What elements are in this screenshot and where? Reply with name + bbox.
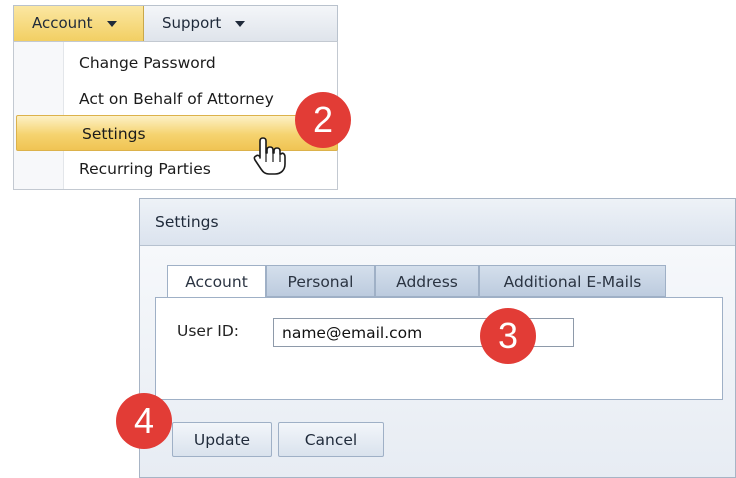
update-button[interactable]: Update (172, 422, 272, 457)
hand-pointer-icon (253, 137, 286, 175)
tab-personal[interactable]: Personal (266, 265, 375, 297)
settings-dialog: Settings Account Personal Address Additi… (139, 198, 736, 478)
cancel-button[interactable]: Cancel (278, 422, 384, 457)
menu-account-label: Account (32, 14, 93, 32)
menu-item-change-password[interactable]: Change Password (14, 45, 337, 81)
step-4-badge: 4 (116, 393, 172, 449)
tab-address[interactable]: Address (375, 265, 479, 297)
user-id-label: User ID: (177, 322, 239, 340)
step-2-badge: 2 (295, 92, 351, 148)
tab-account[interactable]: Account (167, 265, 266, 298)
account-dropdown-menu: Change Password Act on Behalf of Attorne… (13, 41, 338, 190)
chevron-down-icon (106, 20, 117, 27)
dialog-title: Settings (140, 199, 735, 246)
menu-support[interactable]: Support (144, 6, 339, 41)
chevron-down-icon (235, 20, 246, 27)
menu-support-label: Support (162, 14, 222, 32)
menu-account[interactable]: Account (14, 6, 144, 41)
menu-item-recurring-parties[interactable]: Recurring Parties (14, 151, 337, 187)
menu-item-settings[interactable]: Settings (16, 115, 338, 151)
menu-bar: Account Support (13, 5, 338, 42)
tab-additional-emails[interactable]: Additional E-Mails (479, 265, 666, 297)
menu-item-act-on-behalf[interactable]: Act on Behalf of Attorney (14, 81, 337, 117)
account-tab-panel: User ID: (155, 297, 723, 400)
step-3-badge: 3 (480, 308, 536, 364)
